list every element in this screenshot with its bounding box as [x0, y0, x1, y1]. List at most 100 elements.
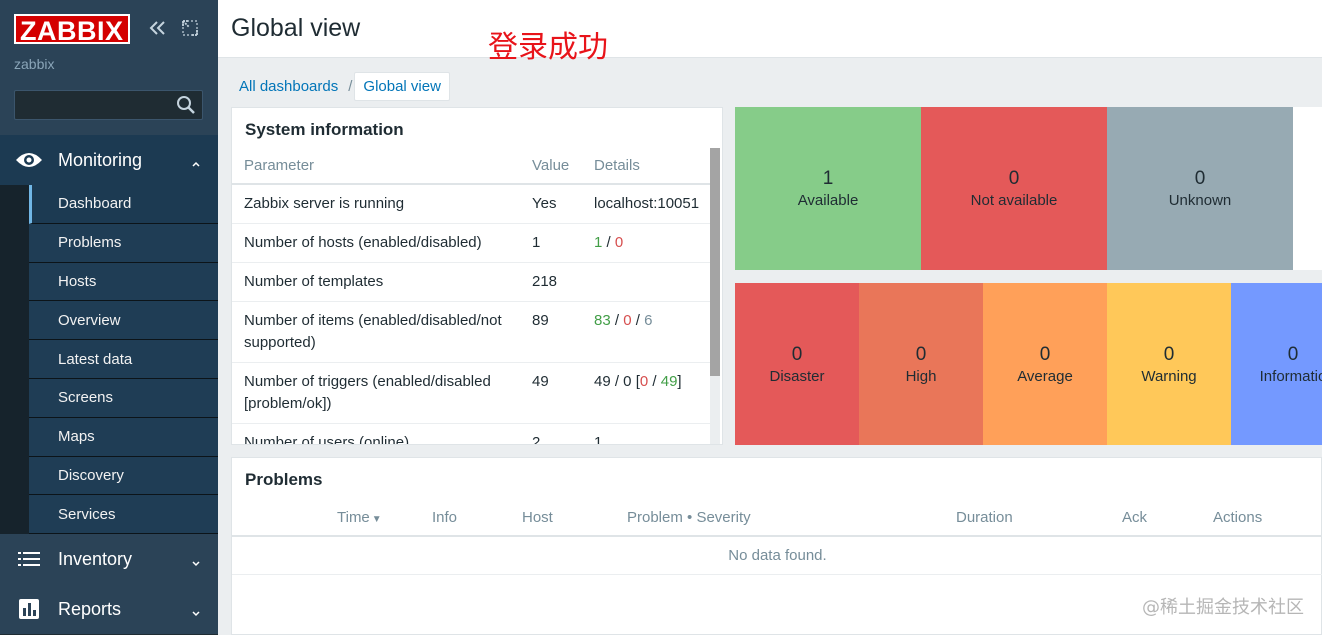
bar-chart-icon	[15, 598, 43, 620]
problems-by-severity-widget: 0 Disaster 0 High 0 Average 0 Warning 0 Infor…	[735, 283, 1322, 445]
column-header-time[interactable]: Time ▼	[337, 509, 382, 526]
severity-count: 0	[1163, 343, 1175, 365]
severity-count: 0	[915, 343, 927, 365]
menu-item-problems[interactable]: Problems	[29, 223, 218, 263]
availability-label: Available	[797, 192, 859, 209]
menu-inventory[interactable]: Inventory	[0, 534, 218, 585]
column-header-actions: Actions	[1213, 509, 1263, 526]
availability-count: 0	[1194, 168, 1206, 189]
severity-count: 0	[1039, 343, 1051, 365]
details-cell	[582, 262, 712, 302]
availability-available[interactable]: 1 Available	[735, 107, 921, 270]
param-line: Number of items (enabled/disabled/not	[244, 312, 502, 329]
server-name: zabbix	[14, 56, 55, 72]
param-cell: Number of users (online)	[232, 423, 532, 444]
column-header-details: Details	[582, 148, 712, 185]
column-header-parameter: Parameter	[232, 148, 532, 185]
column-header-host[interactable]: Host	[522, 509, 553, 526]
menu-item-latest-data[interactable]: Latest data	[29, 340, 218, 379]
menu-item-overview[interactable]: Overview	[29, 301, 218, 341]
value-cell: Yes	[532, 184, 582, 224]
severity-count: 0	[1287, 343, 1299, 365]
menu-item-hosts[interactable]: Hosts	[29, 262, 218, 302]
column-header-problem-severity[interactable]: Problem • Severity	[627, 509, 751, 526]
severity-count: 0	[791, 343, 803, 365]
param-cell: Number of templates	[232, 262, 532, 302]
column-header-duration: Duration	[956, 509, 1013, 526]
breadcrumb: All dashboards / Global view	[231, 72, 450, 101]
menu-item-dashboard[interactable]: Dashboard	[29, 185, 218, 224]
param-line: [problem/ok])	[244, 395, 332, 412]
menu-reports-label: Reports	[58, 598, 122, 619]
search-field[interactable]	[14, 90, 203, 120]
kiosk-mode-icon[interactable]	[180, 18, 200, 38]
enabled-count: 83	[594, 312, 611, 329]
breadcrumb-current[interactable]: Global view	[354, 72, 450, 101]
table-row: Number of hosts (enabled/disabled) 1 1 /…	[232, 223, 712, 263]
details-cell: 49 / 0 [0 / 49]	[582, 362, 712, 424]
param-cell: Number of items (enabled/disabled/not sup…	[232, 301, 532, 363]
menu-item-screens[interactable]: Screens	[29, 378, 218, 418]
detail-separator: /	[610, 312, 624, 329]
severity-label: Disaster	[769, 367, 825, 385]
search-icon[interactable]	[176, 95, 196, 115]
zabbix-logo[interactable]: ZABBIX	[14, 14, 130, 46]
availability-label: Not available	[970, 192, 1058, 209]
collapse-sidebar-icon[interactable]	[148, 18, 168, 38]
breadcrumb-separator: /	[348, 78, 353, 95]
details-cell: localhost:10051	[582, 184, 712, 224]
menu-item-services[interactable]: Services	[29, 495, 218, 535]
sidebar: ZABBIX zabbix Monitoring Dashboard Probl	[0, 0, 218, 635]
param-line: Number of triggers (enabled/disabled	[244, 373, 491, 390]
menu-reports[interactable]: Reports	[0, 584, 218, 635]
param-cell: Zabbix server is running	[232, 184, 532, 224]
details-cell: 1 / 0	[582, 223, 712, 263]
severity-high[interactable]: 0 High	[859, 283, 983, 445]
disabled-count: 0	[614, 234, 624, 251]
severity-information[interactable]: 0 Informatio	[1231, 283, 1322, 445]
sidebar-header: ZABBIX zabbix	[0, 0, 218, 135]
widget-title: Problems	[245, 470, 323, 489]
table-row: Number of items (enabled/disabled/not sup…	[232, 301, 712, 363]
host-availability-widget: 1 Available 0 Not available 0 Unknown	[735, 107, 1322, 270]
monitoring-submenu: Dashboard Problems Hosts Overview Latest…	[0, 185, 218, 535]
not-supported-count: 6	[644, 312, 653, 329]
details-cell: 83 / 0 / 6	[582, 301, 712, 363]
severity-label: Informatio	[1259, 367, 1322, 385]
severity-warning[interactable]: 0 Warning	[1107, 283, 1231, 445]
page-title: Global view	[231, 14, 361, 42]
column-label: Time	[337, 509, 370, 526]
menu-monitoring-label: Monitoring	[58, 149, 143, 170]
column-header-info: Info	[432, 509, 458, 526]
value-cell: 2	[532, 423, 582, 444]
menu-item-maps[interactable]: Maps	[29, 417, 218, 457]
param-line: supported)	[244, 334, 316, 351]
scrollbar[interactable]	[710, 148, 720, 444]
problems-table-header: Time ▼ Info Host Problem • Severity Durat…	[232, 501, 1322, 537]
ok-count: 49	[660, 373, 678, 390]
scrollbar-thumb[interactable]	[710, 148, 720, 376]
detail-separator: /	[648, 373, 661, 390]
detail-prefix: 49 / 0 [	[594, 373, 640, 390]
login-success-annotation: 登录成功	[488, 30, 608, 65]
availability-unknown[interactable]: 0 Unknown	[1107, 107, 1293, 270]
detail-separator: /	[631, 312, 645, 329]
severity-label: High	[905, 367, 937, 385]
eye-icon	[15, 149, 43, 171]
availability-count: 0	[1008, 168, 1020, 189]
search-input[interactable]	[15, 91, 175, 119]
severity-disaster[interactable]: 0 Disaster	[735, 283, 859, 445]
details-cell: 1	[582, 423, 712, 444]
breadcrumb-all-dashboards[interactable]: All dashboards	[231, 73, 346, 100]
detail-separator: /	[602, 234, 615, 251]
value-cell: 218	[532, 262, 582, 302]
chevron-up-icon	[191, 153, 201, 167]
menu-item-discovery[interactable]: Discovery	[29, 456, 218, 496]
severity-average[interactable]: 0 Average	[983, 283, 1107, 445]
empty-state-message: No data found.	[232, 537, 1322, 575]
system-information-widget: System information Parameter Value Detai…	[231, 107, 723, 445]
param-cell: Number of hosts (enabled/disabled)	[232, 223, 532, 263]
availability-not-available[interactable]: 0 Not available	[921, 107, 1107, 270]
page-header: Global view 登录成功	[218, 0, 1322, 65]
menu-monitoring[interactable]: Monitoring	[0, 135, 218, 185]
